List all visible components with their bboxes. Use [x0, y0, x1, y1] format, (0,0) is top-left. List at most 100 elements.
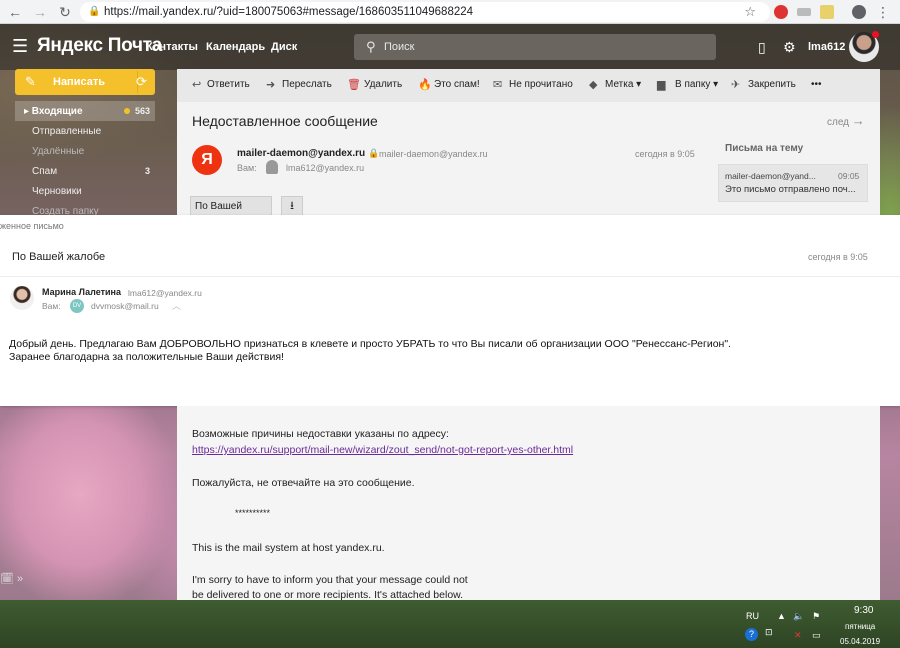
clock-day: пятница	[845, 622, 876, 631]
extension-icon[interactable]	[797, 8, 811, 16]
move-to-folder-button[interactable]: В папку ▾	[675, 79, 718, 90]
message-subject: Недоставленное сообщение	[192, 113, 378, 129]
extension-icon[interactable]	[820, 5, 834, 19]
sidebar-item-sent[interactable]: Отправленные	[32, 126, 101, 137]
envelope-icon: ✉	[493, 79, 503, 91]
hamburger-menu-icon[interactable]: ☰	[12, 36, 28, 56]
fire-icon: 🔥	[418, 79, 432, 91]
sender-avatar: Я	[192, 145, 222, 175]
delete-button[interactable]: Удалить	[364, 79, 402, 90]
volume-icon[interactable]: 🔈	[793, 611, 804, 622]
extension-icon[interactable]	[774, 5, 788, 19]
notification-dot	[872, 31, 879, 38]
thread-item-snippet: Это письмо отправлено поч...	[725, 184, 856, 195]
body-text: Пожалуйста, не отвечайте на это сообщени…	[192, 477, 415, 489]
lock-icon: 🔒	[368, 148, 380, 158]
help-icon[interactable]: ?	[745, 628, 758, 641]
forward-icon[interactable]: →	[31, 3, 49, 21]
network-icon[interactable]: ⊡	[765, 627, 773, 638]
display-icon[interactable]: ▭	[812, 630, 821, 641]
search-placeholder: Поиск	[384, 41, 415, 53]
flag-icon[interactable]: ⚑	[812, 611, 820, 622]
overlay-recipient-label: Вам:	[42, 301, 61, 311]
body-text: be delivered to one or more recipients. …	[192, 589, 464, 600]
recipient-address[interactable]: lma612@yandex.ru	[286, 163, 364, 173]
language-indicator[interactable]: RU	[746, 611, 759, 621]
taskbar	[0, 600, 900, 648]
overlay-sender-address: lma612@yandex.ru	[128, 288, 202, 298]
arrow-right-icon: →	[851, 113, 865, 128]
overlay-date: сегодня в 9:05	[808, 252, 868, 262]
recipient-label: Вам:	[237, 163, 257, 173]
overlay-subject: По Вашей жалобе	[12, 251, 106, 263]
thread-item-time: 09:05	[838, 171, 860, 181]
pin-icon: ✈	[731, 79, 741, 91]
compose-label: Написать	[53, 76, 105, 88]
back-icon[interactable]: ←	[6, 3, 24, 21]
person-icon	[266, 160, 278, 174]
nav-contacts[interactable]: Контакты	[146, 41, 198, 53]
body-text: I'm sorry to have to inform you that you…	[192, 574, 468, 586]
warning-icon[interactable]: ✕	[794, 630, 802, 641]
next-label: след	[827, 117, 850, 128]
pin-button[interactable]: Закрепить	[748, 79, 796, 90]
more-button[interactable]: •••	[811, 79, 822, 90]
forward-icon: ➜	[266, 79, 276, 91]
download-icon[interactable]: ⭳	[281, 196, 303, 216]
body-text: Возможные причины недоставки указаны по …	[192, 428, 449, 440]
sender-address: mailer-daemon@yandex.ru	[379, 149, 488, 159]
search-input[interactable]: ⚲ Поиск	[354, 34, 716, 60]
tray-arrow-icon[interactable]: ▲	[777, 611, 786, 621]
menu-dots-icon[interactable]: ⋮	[876, 3, 890, 21]
sidebar-item-deleted[interactable]: Удалённые	[32, 146, 84, 157]
avatar	[10, 286, 34, 310]
mark-unread-button[interactable]: Не прочитано	[509, 79, 573, 90]
layout-icon[interactable]: ▯	[758, 39, 766, 56]
next-message-link[interactable]: след →	[827, 113, 865, 128]
pencil-icon: ✎	[25, 74, 36, 89]
gear-icon[interactable]: ⚙	[783, 39, 796, 56]
nav-calendar[interactable]: Календарь	[206, 41, 265, 53]
body-text: This is the mail system at host yandex.r…	[192, 542, 385, 554]
sidebar-item-inbox[interactable]: ▸ Входящие	[24, 106, 83, 117]
thread-item-from: mailer-daemon@yand...	[725, 171, 816, 181]
support-link[interactable]: https://yandex.ru/support/mail-new/wizar…	[192, 444, 573, 456]
sender-name[interactable]: mailer-daemon@yandex.ru	[237, 148, 365, 159]
chevron-up-icon[interactable]: ︿	[172, 299, 181, 312]
thread-item[interactable]	[718, 164, 868, 202]
folder-icon: ▆	[657, 79, 666, 91]
spam-button[interactable]: Это спам!	[434, 79, 480, 90]
bookmark-star-icon[interactable]: ☆	[744, 2, 756, 22]
overlay-breadcrumb: женное письмо	[0, 221, 64, 231]
tag-icon: ◆	[589, 79, 598, 91]
label-button[interactable]: Метка ▾	[605, 79, 641, 90]
sidebar-item-drafts[interactable]: Черновики	[32, 186, 82, 197]
nav-disk[interactable]: Диск	[271, 41, 297, 53]
overlay-sender-name[interactable]: Марина Лалетина	[42, 287, 121, 297]
search-icon: ⚲	[366, 39, 376, 54]
body-text: **********	[235, 508, 271, 518]
reply-icon: ↩	[192, 79, 202, 91]
yandex-mail-logo[interactable]: Яндекс Почта	[37, 35, 162, 57]
refresh-icon[interactable]: ⟳	[128, 69, 155, 95]
reply-button[interactable]: Ответить	[207, 79, 250, 90]
inbox-count: 563	[135, 106, 151, 116]
clock-time[interactable]: 9:30	[854, 605, 873, 616]
clock-date: 05.04.2019	[840, 637, 881, 646]
message-date: сегодня в 9:05	[635, 149, 695, 159]
profile-icon[interactable]	[852, 5, 866, 19]
thread-title: Письма на тему	[725, 143, 804, 154]
url-text: https://mail.yandex.ru/?uid=180075063#me…	[104, 6, 474, 18]
username[interactable]: lma612	[808, 41, 845, 53]
reload-icon[interactable]: ↻	[56, 3, 74, 21]
lock-icon: 🔒	[88, 6, 101, 17]
spam-count: 3	[145, 166, 151, 176]
overlay-body-line: Заранее благодарна за положительные Ваши…	[9, 351, 284, 363]
sidebar-item-spam[interactable]: Спам	[32, 166, 57, 177]
attachment[interactable]: По Вашей	[190, 196, 272, 216]
overlay-recipient-address[interactable]: dvvmosk@mail.ru	[91, 301, 159, 311]
forward-button[interactable]: Переслать	[282, 79, 332, 90]
collapse-sidebar-icon[interactable]: 🗓 »	[0, 572, 42, 594]
address-bar[interactable]: 🔒 https://mail.yandex.ru/?uid=180075063#…	[80, 2, 770, 22]
divider	[0, 276, 900, 277]
